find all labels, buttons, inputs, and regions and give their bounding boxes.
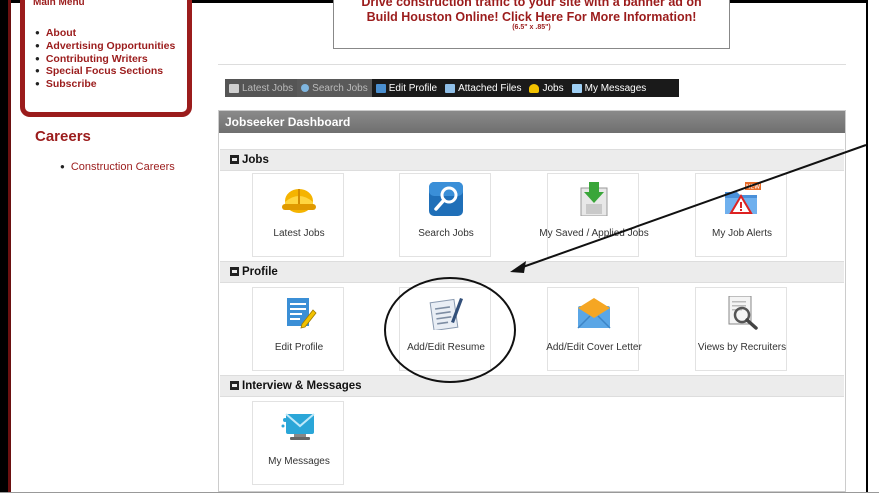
tile-label: My Messages xyxy=(268,456,330,467)
messages-screen-icon xyxy=(281,413,315,440)
tile-latest-jobs[interactable]: Latest Jobs xyxy=(252,173,344,257)
menu-item-contributing-writers[interactable]: ● Contributing Writers xyxy=(35,53,175,66)
tile-label: Latest Jobs xyxy=(273,228,325,239)
tile-add-edit-resume[interactable]: Add/Edit Resume xyxy=(399,287,491,371)
careers-list: ● Construction Careers xyxy=(60,161,175,173)
tile-my-messages[interactable]: My Messages xyxy=(252,401,344,485)
save-document-icon xyxy=(580,182,608,216)
page-left-border xyxy=(8,0,11,502)
tile-label: Edit Profile xyxy=(274,342,324,353)
collapse-icon[interactable] xyxy=(230,267,239,276)
menu-item-subscribe[interactable]: ● Subscribe xyxy=(35,78,175,91)
tile-search-jobs[interactable]: Search Jobs xyxy=(399,173,491,257)
resume-notepad-icon xyxy=(429,298,463,330)
section-header-jobs[interactable]: Jobs xyxy=(220,149,844,171)
section-header-profile[interactable]: Profile xyxy=(220,261,844,283)
tab-latest-jobs[interactable]: Latest Jobs xyxy=(225,79,298,97)
banner-line-2[interactable]: Build Houston Online! Click Here For Mor… xyxy=(334,10,729,24)
envelope-icon xyxy=(577,298,611,329)
menu-item-about[interactable]: ● About xyxy=(35,27,175,40)
banner-line-1[interactable]: Drive construction traffic to your site … xyxy=(334,0,729,9)
tile-label: Search Jobs xyxy=(418,228,474,239)
window-frame-bottom xyxy=(0,492,879,502)
tile-saved-applied-jobs[interactable]: My Saved / Applied Jobs xyxy=(539,173,649,257)
tab-jobs[interactable]: Jobs xyxy=(525,79,567,97)
window-frame-right xyxy=(866,0,879,502)
latest-jobs-icon xyxy=(229,83,239,93)
banner-ad[interactable]: Drive construction traffic to your site … xyxy=(333,0,730,49)
collapse-icon[interactable] xyxy=(230,381,239,390)
tile-label: Views by Recruiters xyxy=(697,342,787,353)
menu-item-advertising[interactable]: ● Advertising Opportunities xyxy=(35,40,175,53)
jobseeker-dashboard: Jobseeker Dashboard Jobs Latest Jobs Sea… xyxy=(218,110,846,492)
careers-item-construction[interactable]: ● Construction Careers xyxy=(60,161,175,173)
main-menu-box: Main Menu ● About ● Advertising Opportunit… xyxy=(20,0,192,117)
tile-label: My Saved / Applied Jobs xyxy=(539,228,649,239)
main-menu-list: ● About ● Advertising Opportunities ● Contr… xyxy=(35,27,175,91)
tile-label: Add/Edit Cover Letter xyxy=(546,342,642,353)
edit-profile-icon xyxy=(375,83,386,93)
new-badge: NEW xyxy=(746,184,760,191)
tab-my-messages[interactable]: My Messages xyxy=(568,79,651,97)
hard-hat-icon xyxy=(282,189,316,213)
jobs-icon xyxy=(529,83,540,93)
edit-document-icon xyxy=(287,298,317,329)
tile-my-job-alerts[interactable]: NEW My Job Alerts xyxy=(695,173,787,257)
collapse-icon[interactable] xyxy=(230,155,239,164)
attached-files-icon xyxy=(445,83,456,93)
careers-heading: Careers xyxy=(35,128,91,145)
section-header-interview-messages[interactable]: Interview & Messages xyxy=(220,375,844,397)
document-search-icon xyxy=(728,296,758,330)
alert-folder-icon: NEW xyxy=(725,182,761,214)
tile-label: Add/Edit Resume xyxy=(407,342,485,353)
dashboard-title: Jobseeker Dashboard xyxy=(219,111,845,133)
magnifier-icon xyxy=(429,182,463,216)
divider xyxy=(218,64,846,65)
main-menu-title: Main Menu xyxy=(33,0,85,8)
tab-edit-profile[interactable]: Edit Profile xyxy=(372,79,441,97)
tile-label: My Job Alerts xyxy=(711,228,773,239)
window-frame-left xyxy=(0,0,8,502)
tile-edit-profile[interactable]: Edit Profile xyxy=(252,287,344,371)
tile-add-edit-cover-letter[interactable]: Add/Edit Cover Letter xyxy=(546,287,642,371)
banner-size-note: (6.5" x .85") xyxy=(512,24,551,31)
search-icon xyxy=(301,84,310,92)
tab-attached-files[interactable]: Attached Files xyxy=(441,79,525,97)
tab-search-jobs[interactable]: Search Jobs xyxy=(297,79,372,97)
messages-icon xyxy=(571,83,582,93)
menu-item-special-focus[interactable]: ● Special Focus Sections xyxy=(35,65,175,78)
jobseeker-tab-bar: Latest Jobs Search Jobs Edit Profile Att… xyxy=(225,79,679,97)
tile-views-by-recruiters[interactable]: Views by Recruiters xyxy=(695,287,787,371)
